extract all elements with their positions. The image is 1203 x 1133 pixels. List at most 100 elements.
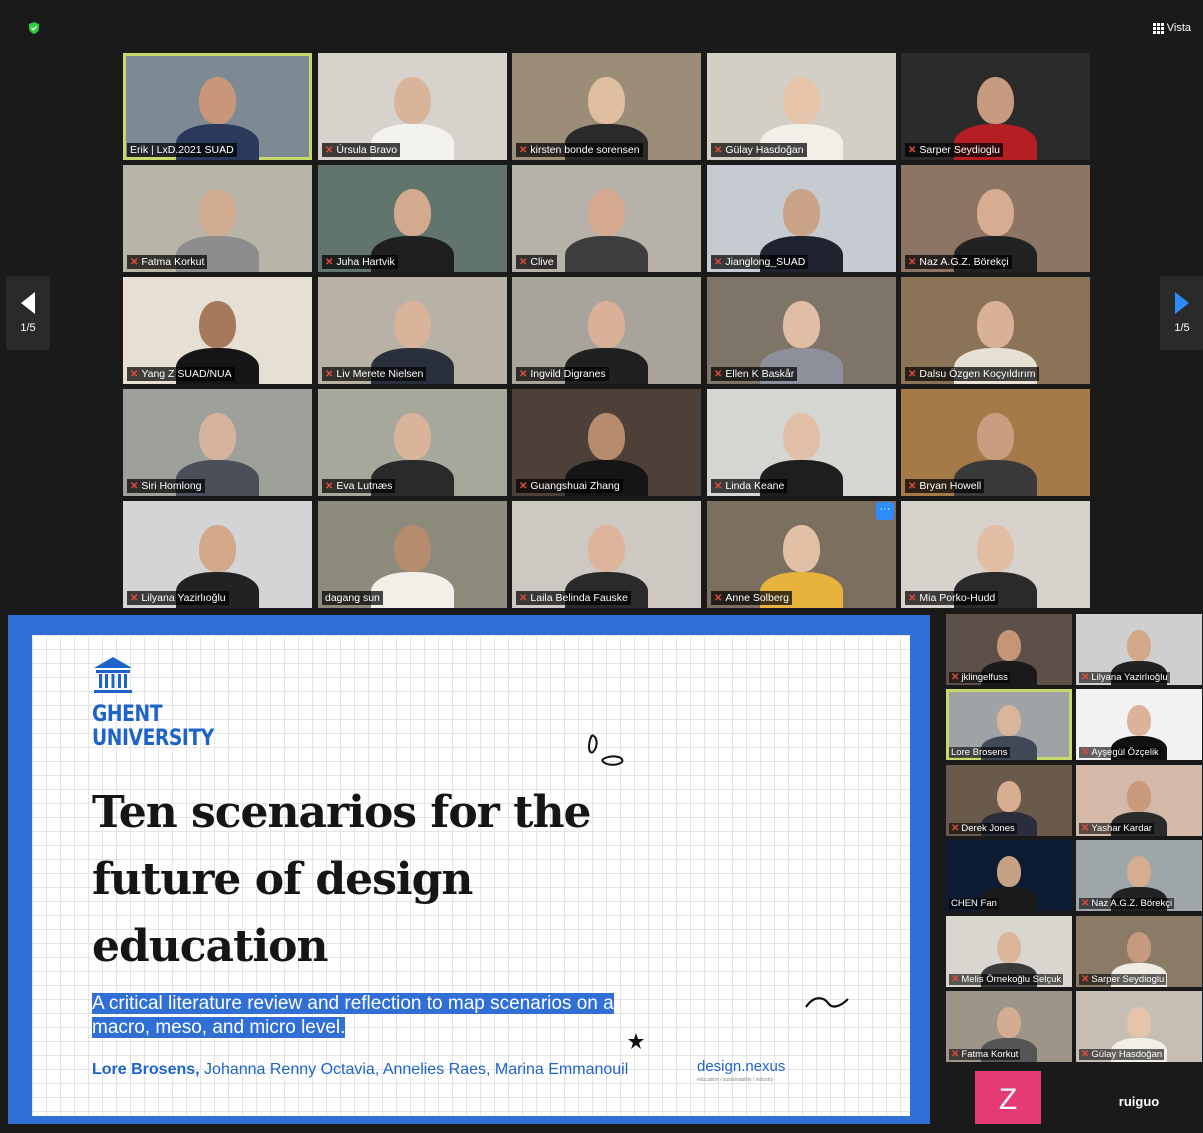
participant-name: Gülay Hasdoğan	[725, 144, 804, 156]
sidebar-video-tile[interactable]: ✕ Melis Örnekoğlu Selçuk	[946, 916, 1072, 987]
muted-mic-icon: ✕	[1081, 1049, 1090, 1060]
video-tile[interactable]: ✕ Sarper Seydioglu	[901, 53, 1090, 160]
participant-name-label: ✕ Úrsula Bravo	[322, 143, 401, 157]
muted-mic-icon: ✕	[130, 480, 139, 492]
muted-mic-icon: ✕	[519, 592, 528, 604]
muted-mic-icon: ✕	[714, 256, 723, 268]
participant-name: Siri Homlong	[141, 480, 202, 492]
sidebar-video-tile[interactable]: ✕ Fatma Korkut	[946, 991, 1072, 1062]
participant-face	[783, 188, 820, 236]
sidebar-video-tile[interactable]: ✕ jklingelfuss	[946, 614, 1072, 685]
sidebar-video-tile[interactable]: ✕ Derek Jones	[946, 765, 1072, 836]
participant-face	[394, 524, 431, 572]
page-indicator-left: 1/5	[20, 322, 36, 334]
participant-name-label: ✕ Gülay Hasdoğan	[1079, 1049, 1165, 1060]
video-tile[interactable]: ✕ Clive	[512, 165, 701, 272]
video-tile[interactable]: ✕ Eva Lutnæs	[318, 389, 507, 496]
sidebar-video-tile[interactable]: Lore Brosens	[946, 689, 1072, 760]
participant-face	[588, 76, 625, 124]
participant-face	[977, 524, 1014, 572]
video-tile[interactable]: ✕ Laila Belinda Fauske	[512, 501, 701, 608]
video-tile[interactable]: ✕ Juha Hartvik	[318, 165, 507, 272]
participant-name-ruiguo[interactable]: ruiguo	[1076, 1071, 1202, 1124]
participant-name-label: ✕ Liv Merete Nielsen	[322, 367, 427, 381]
muted-mic-icon: ✕	[908, 368, 917, 380]
sidebar-video-tile[interactable]: ✕ Yashar Kardar	[1076, 765, 1202, 836]
participant-name: Yang Z SUAD/NUA	[141, 368, 232, 380]
participant-face	[977, 76, 1014, 124]
participant-name: Úrsula Bravo	[336, 144, 398, 156]
muted-mic-icon: ✕	[1081, 974, 1090, 985]
participant-name-label: ✕ Sarper Seydioglu	[905, 143, 1003, 157]
participant-name-label: ✕ Dalsu Özgen Koçyıldırım	[905, 367, 1039, 381]
participant-face	[783, 524, 820, 572]
participant-name: Sarper Seydioglu	[1091, 974, 1165, 985]
participant-name-label: ✕ jklingelfuss	[949, 672, 1010, 683]
sidebar-video-tile[interactable]: CHEN Fan	[946, 840, 1072, 911]
participant-name: Lore Brosens	[951, 747, 1008, 758]
slide-subtitle-text: A critical literature review and reflect…	[92, 993, 614, 1038]
participant-name: jklingelfuss	[961, 672, 1008, 683]
participant-face	[783, 76, 820, 124]
participant-face	[1126, 629, 1152, 661]
video-tile[interactable]: ✕ kirsten bonde sorensen	[512, 53, 701, 160]
participant-name: dagang sun	[325, 592, 380, 604]
participant-name-label: CHEN Fan	[949, 898, 999, 909]
participant-face	[1126, 931, 1152, 963]
design-nexus-logo: design.nexus	[697, 1058, 786, 1075]
previous-page-button[interactable]: 1/5	[6, 276, 50, 350]
lead-author: Lore Brosens,	[92, 1061, 200, 1078]
video-tile[interactable]: Erik | LxD.2021 SUAD	[123, 53, 312, 160]
sidebar-video-tile[interactable]: ✕ Sarper Seydioglu	[1076, 916, 1202, 987]
video-tile[interactable]: ✕ Naz A.G.Z. Börekçi	[901, 165, 1090, 272]
muted-mic-icon: ✕	[325, 144, 334, 156]
video-tile[interactable]: ✕ Siri Homlong	[123, 389, 312, 496]
view-button[interactable]: Vista	[1152, 22, 1191, 34]
slide-title: Ten scenarios for the future of design e…	[92, 787, 591, 972]
muted-mic-icon: ✕	[325, 480, 334, 492]
participant-name-label: ✕ Clive	[516, 255, 557, 269]
participant-name: Guangshuai Zhang	[530, 480, 620, 492]
muted-mic-icon: ✕	[714, 368, 723, 380]
muted-mic-icon: ✕	[325, 256, 334, 268]
participant-name: Fatma Korkut	[961, 1049, 1019, 1060]
university-name-line1: GHENT	[92, 702, 163, 727]
participant-name-label: ✕ Yang Z SUAD/NUA	[127, 367, 235, 381]
video-tile[interactable]: ✕ Linda Keane	[707, 389, 896, 496]
participant-name-label: ✕ Lilyana Yazirlıoğlu	[1079, 672, 1170, 683]
video-tile[interactable]: ✕ Dalsu Özgen Koçyıldırım	[901, 277, 1090, 384]
video-tile[interactable]: dagang sun	[318, 501, 507, 608]
video-tile[interactable]: ✕ Anne Solberg	[707, 501, 896, 608]
more-options-button[interactable]: ···	[876, 502, 894, 520]
sidebar-video-tile[interactable]: ✕ Ayşegül Özçelik	[1076, 689, 1202, 760]
video-tile[interactable]: ✕ Gülay Hasdoğan	[707, 53, 896, 160]
design-nexus-tagline: education / sustainability / industry	[697, 1077, 774, 1083]
next-page-button[interactable]: 1/5	[1160, 276, 1203, 350]
participant-face	[588, 412, 625, 460]
participant-face	[977, 412, 1014, 460]
sidebar-video-tile[interactable]: ✕ Lilyana Yazirlıoğlu	[1076, 614, 1202, 685]
video-tile[interactable]: ✕ Lilyana Yazirlıoğlu	[123, 501, 312, 608]
video-tile[interactable]: ✕ Ingvild Digranes	[512, 277, 701, 384]
participant-face	[394, 412, 431, 460]
participant-face	[199, 76, 236, 124]
video-tile[interactable]: ✕ Fatma Korkut	[123, 165, 312, 272]
muted-mic-icon: ✕	[951, 1049, 960, 1060]
video-tile[interactable]: ✕ Úrsula Bravo	[318, 53, 507, 160]
muted-mic-icon: ✕	[519, 480, 528, 492]
video-tile[interactable]: ✕ Liv Merete Nielsen	[318, 277, 507, 384]
participant-avatar-z[interactable]: Z	[975, 1071, 1041, 1124]
video-tile[interactable]: ✕ Guangshuai Zhang	[512, 389, 701, 496]
video-tile[interactable]: ✕ Jianglong_SUAD	[707, 165, 896, 272]
muted-mic-icon: ✕	[130, 256, 139, 268]
participant-name-label: ✕ Mia Porko-Hudd	[905, 591, 999, 605]
video-tile[interactable]: ✕ Yang Z SUAD/NUA	[123, 277, 312, 384]
video-tile[interactable]: ✕ Mia Porko-Hudd	[901, 501, 1090, 608]
security-shield-icon[interactable]	[28, 22, 40, 34]
video-tile[interactable]: ✕ Ellen K Baskår	[707, 277, 896, 384]
video-tile[interactable]: ✕ Bryan Howell	[901, 389, 1090, 496]
participant-name-label: ✕ Ingvild Digranes	[516, 367, 609, 381]
participant-face	[199, 524, 236, 572]
sidebar-video-tile[interactable]: ✕ Naz A.G.Z. Börekçi	[1076, 840, 1202, 911]
sidebar-video-tile[interactable]: ✕ Gülay Hasdoğan	[1076, 991, 1202, 1062]
